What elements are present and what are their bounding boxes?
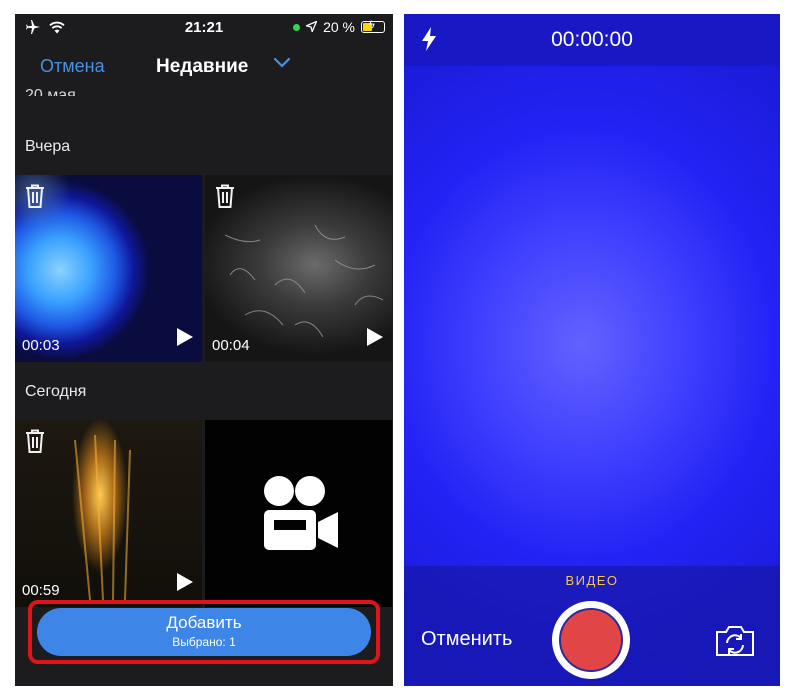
record-button-inner — [559, 608, 623, 672]
flip-camera-icon[interactable] — [714, 624, 756, 663]
section-label-yesterday: Вчера — [25, 138, 71, 155]
chevron-down-icon[interactable] — [273, 56, 291, 74]
video-camera-icon — [258, 474, 340, 559]
recording-timer: 00:00:00 — [551, 28, 633, 51]
add-button-highlight: Добавить Выбрано: 1 — [28, 600, 380, 664]
record-new-video-tile[interactable] — [205, 420, 392, 607]
play-icon[interactable] — [366, 327, 384, 352]
recording-dot-icon — [293, 23, 301, 31]
play-icon[interactable] — [176, 327, 194, 352]
status-right: 20 % ϟ — [293, 19, 385, 35]
add-button-label: Добавить — [166, 613, 242, 632]
play-icon[interactable] — [176, 572, 194, 597]
date-header-partial: 20 мая — [25, 87, 76, 96]
video-duration: 00:59 — [22, 582, 60, 599]
cancel-button[interactable]: Отменить — [421, 628, 512, 651]
video-picker-screen: 21:21 20 % ϟ Отмена Недавние 20 мая Вчер… — [15, 14, 393, 686]
camera-screen: 00:00:00 ВИДЕО Отменить — [404, 14, 780, 686]
location-arrow-icon — [304, 19, 318, 35]
battery-charging-icon: ϟ — [361, 19, 385, 33]
mode-label-video[interactable]: ВИДЕО — [404, 573, 780, 588]
video-thumbnail[interactable]: 00:59 — [15, 420, 202, 607]
cancel-button[interactable]: Отмена — [40, 56, 105, 77]
selected-count: Выбрано: 1 — [172, 635, 236, 649]
add-button[interactable]: Добавить Выбрано: 1 — [37, 608, 371, 656]
video-duration: 00:03 — [22, 337, 60, 354]
section-label-today: Сегодня — [25, 383, 87, 400]
status-bar: 21:21 20 % ϟ — [15, 14, 393, 42]
battery-percent: 20 % — [323, 19, 355, 35]
video-thumbnail[interactable]: 00:04 — [205, 175, 392, 362]
trash-icon[interactable] — [23, 183, 47, 214]
record-button[interactable] — [552, 601, 630, 679]
album-title[interactable]: Недавние — [156, 56, 248, 78]
trash-icon[interactable] — [213, 183, 237, 214]
video-duration: 00:04 — [212, 337, 250, 354]
video-thumbnail[interactable]: 00:03 — [15, 175, 202, 362]
trash-icon[interactable] — [23, 428, 47, 459]
